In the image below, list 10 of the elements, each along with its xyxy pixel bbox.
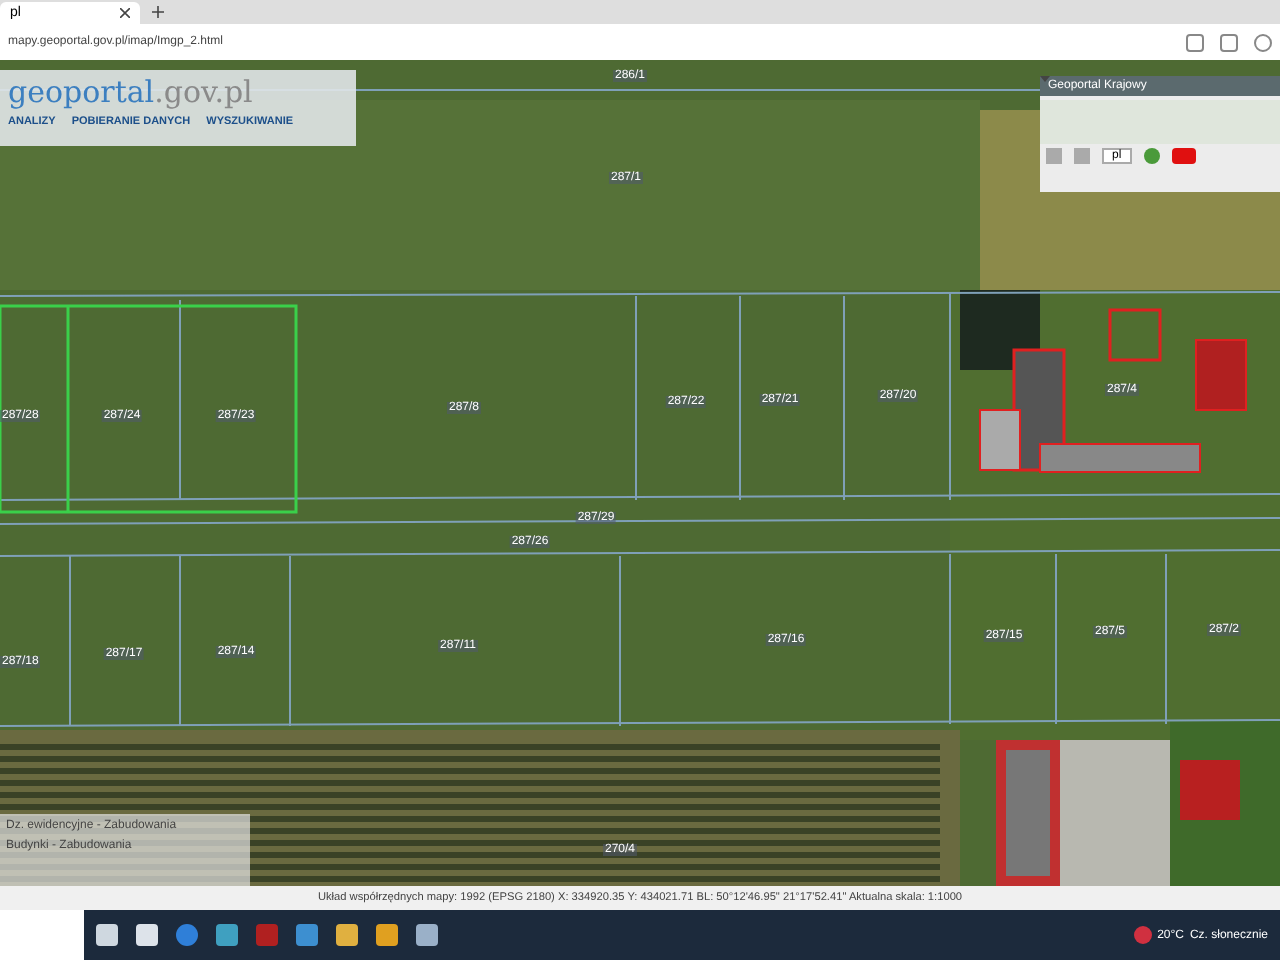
app-icon[interactable] — [216, 924, 238, 946]
new-tab-icon[interactable] — [152, 6, 164, 18]
app-icon[interactable] — [376, 924, 398, 946]
caret-icon — [1040, 76, 1050, 82]
app-icon[interactable] — [296, 924, 318, 946]
video-icon[interactable] — [1171, 148, 1196, 164]
globe-icon[interactable] — [1143, 148, 1160, 164]
close-icon[interactable] — [120, 8, 130, 18]
geoportal-logo[interactable]: geoportal.gov.pl — [8, 74, 348, 110]
app-icon[interactable] — [256, 924, 278, 946]
